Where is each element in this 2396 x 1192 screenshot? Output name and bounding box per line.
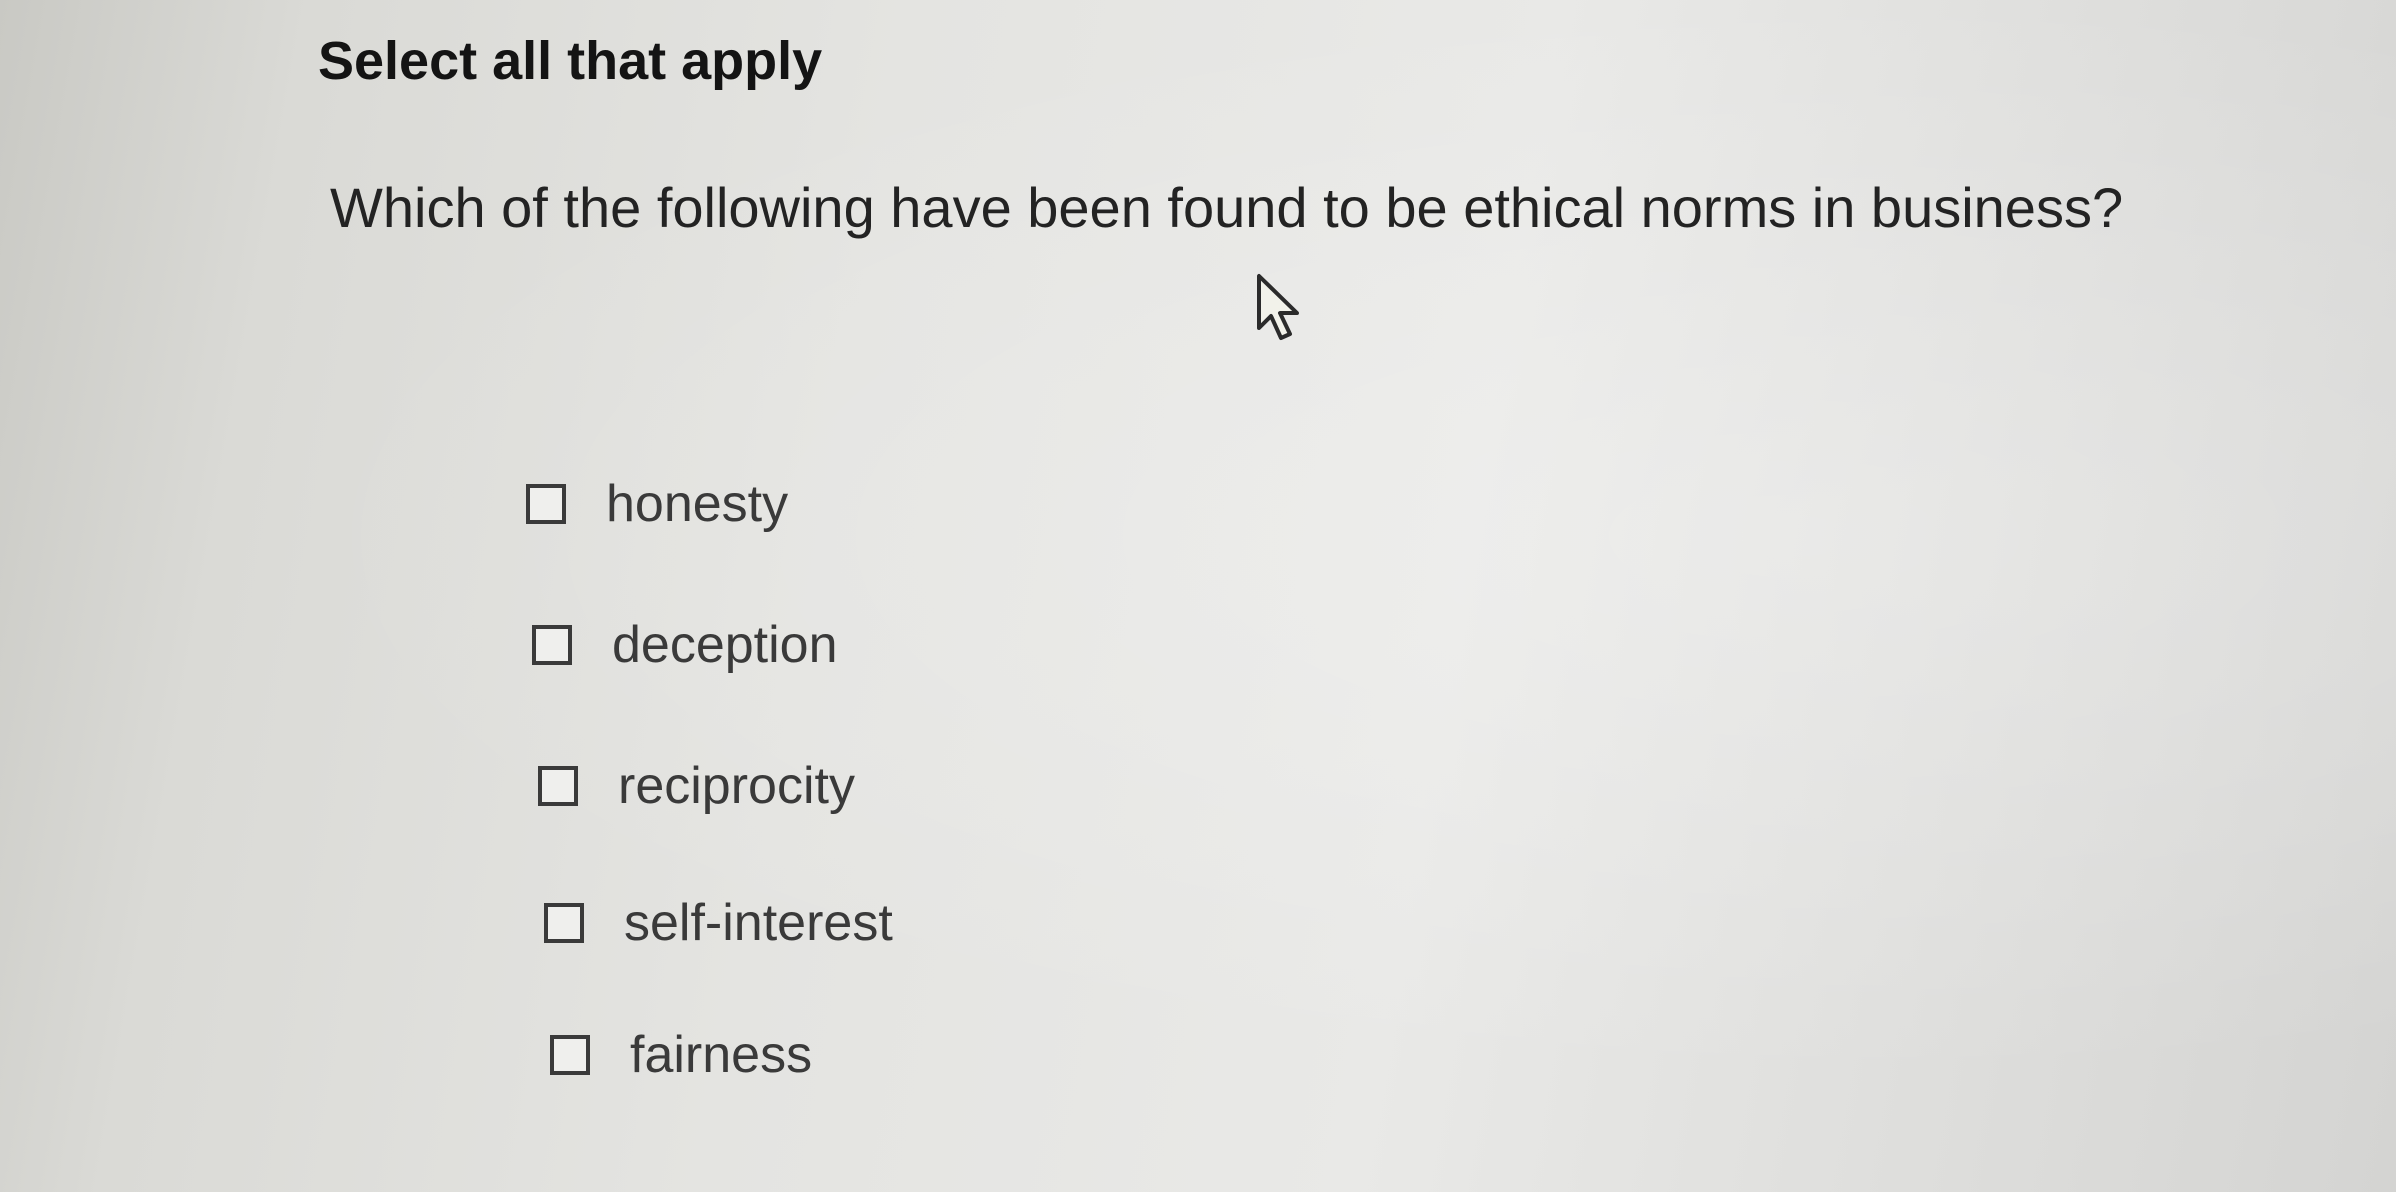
option-honesty[interactable]: honesty	[526, 474, 788, 534]
instruction-heading: Select all that apply	[318, 31, 823, 91]
option-label: deception	[612, 616, 838, 674]
option-deception[interactable]: deception	[532, 615, 838, 675]
option-label: honesty	[606, 475, 789, 533]
mouse-pointer-icon	[1257, 274, 1299, 340]
option-self-interest[interactable]: self-interest	[544, 893, 893, 953]
checkbox-self-interest[interactable]	[544, 903, 584, 943]
option-label: reciprocity	[618, 757, 855, 815]
question-prompt: Which of the following have been found t…	[330, 176, 2124, 239]
checkbox-honesty[interactable]	[526, 484, 566, 524]
option-reciprocity[interactable]: reciprocity	[538, 756, 855, 816]
option-label: self-interest	[624, 894, 893, 952]
checkbox-deception[interactable]	[532, 625, 572, 665]
checkbox-fairness[interactable]	[550, 1035, 590, 1075]
checkbox-reciprocity[interactable]	[538, 766, 578, 806]
option-fairness[interactable]: fairness	[550, 1025, 812, 1085]
option-label: fairness	[630, 1026, 813, 1084]
